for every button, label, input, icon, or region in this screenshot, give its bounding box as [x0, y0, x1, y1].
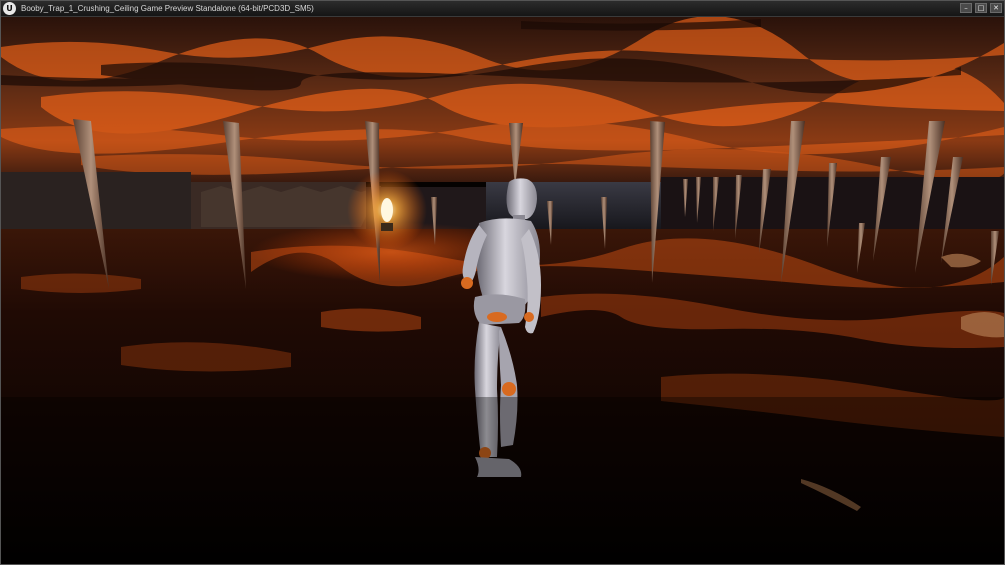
close-icon: ✕ [993, 4, 999, 12]
window-controls: – □ ✕ [960, 3, 1002, 14]
game-window: U Booby_Trap_1_Crushing_Ceiling Game Pre… [0, 0, 1005, 565]
vignette [1, 397, 1004, 564]
game-viewport[interactable] [1, 17, 1004, 564]
minimize-button[interactable]: – [960, 3, 972, 13]
minimize-icon: – [964, 4, 968, 12]
scene-render [1, 17, 1004, 564]
window-title: Booby_Trap_1_Crushing_Ceiling Game Previ… [21, 4, 314, 13]
torch [347, 170, 427, 250]
maximize-button[interactable]: □ [975, 3, 987, 13]
title-bar[interactable]: U Booby_Trap_1_Crushing_Ceiling Game Pre… [1, 1, 1004, 17]
unreal-logo-icon: U [3, 2, 16, 15]
close-button[interactable]: ✕ [990, 3, 1002, 13]
maximize-icon: □ [977, 4, 985, 12]
